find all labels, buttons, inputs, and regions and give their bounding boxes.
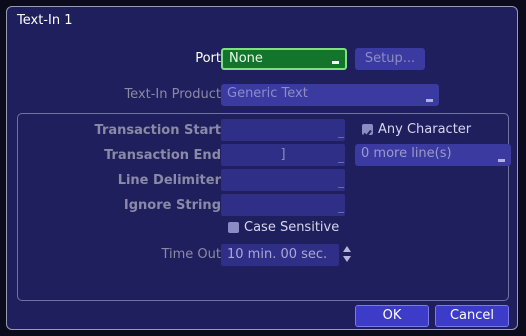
field-tick [338, 162, 344, 163]
transaction-end-label: Transaction End [104, 148, 221, 163]
ignore-string-input[interactable] [221, 194, 345, 216]
case-sensitive-label: Case Sensitive [244, 220, 340, 235]
spin-down-icon[interactable] [343, 256, 351, 262]
more-lines-dropdown[interactable]: 0 more line(s) [355, 144, 511, 166]
checkmark-icon [363, 129, 372, 138]
text-in-product-label: Text-In Product [124, 87, 221, 102]
time-out-input[interactable]: 10 min. 00 sec. [221, 244, 339, 266]
any-character-label: Any Character [378, 122, 472, 137]
dropdown-arrow-icon [332, 61, 339, 64]
line-delimiter-input[interactable] [221, 169, 345, 191]
field-tick [338, 212, 344, 213]
port-dropdown[interactable]: None [221, 48, 347, 70]
dialog-title: Text-In 1 [17, 13, 73, 28]
field-tick [338, 187, 344, 188]
text-in-product-dropdown[interactable]: Generic Text [221, 84, 439, 106]
ok-button[interactable]: OK [355, 305, 429, 327]
dropdown-arrow-icon [498, 159, 505, 162]
transaction-start-label: Transaction Start [94, 123, 221, 138]
case-sensitive-checkbox[interactable] [228, 222, 239, 233]
ignore-string-label: Ignore String [123, 198, 221, 213]
time-out-spinner[interactable] [343, 246, 352, 264]
text-in-dialog: Text-In 1 Port None Setup... Text-In Pro… [6, 6, 518, 330]
line-delimiter-label: Line Delimiter [117, 173, 221, 188]
dropdown-arrow-icon [426, 99, 433, 102]
text-in-product-value: Generic Text [227, 86, 308, 101]
spin-up-icon[interactable] [343, 246, 351, 252]
port-value: None [229, 51, 263, 66]
field-tick [338, 137, 344, 138]
time-out-label: Time Out [161, 247, 221, 262]
transaction-end-input[interactable]: ] [221, 144, 345, 166]
setup-button[interactable]: Setup... [355, 48, 425, 70]
more-lines-value: 0 more line(s) [361, 146, 452, 161]
port-label: Port [195, 51, 221, 66]
transaction-start-input[interactable] [221, 119, 345, 141]
any-character-checkbox[interactable] [362, 124, 373, 138]
cancel-button[interactable]: Cancel [435, 305, 509, 327]
